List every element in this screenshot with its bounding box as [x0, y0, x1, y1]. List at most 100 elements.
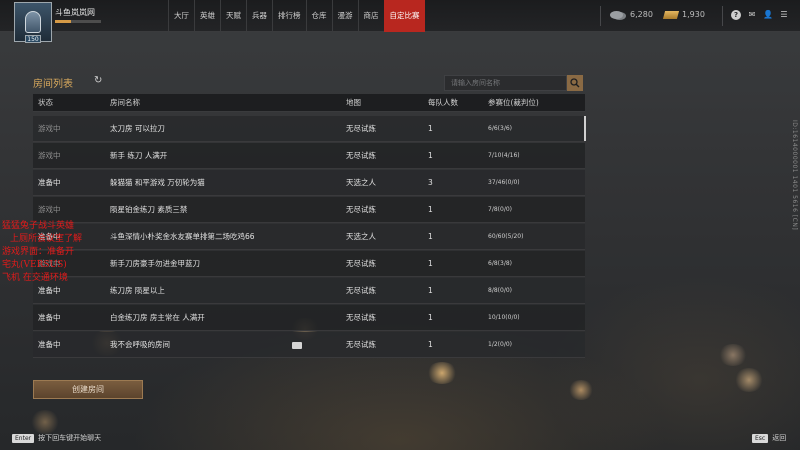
room-map: 无尽试炼	[346, 313, 376, 322]
room-name: 躲猫猫 和平游戏 万仞轮为猫	[110, 178, 205, 187]
table-row[interactable]: 准备中 白金练刀房 房主常在 人满开 无尽试炼 1 10/10(0/0)	[33, 305, 585, 331]
room-status: 游戏中	[38, 205, 61, 214]
gold-amount: 1,930	[682, 10, 705, 19]
room-slots: 7/10(4/16)	[488, 152, 520, 159]
divider	[600, 6, 601, 26]
room-name: 太刀房 可以拉刀	[110, 124, 165, 133]
table-row[interactable]: 游戏中 新手 练刀 人满开 无尽试炼 1 7/10(4/16)	[33, 143, 585, 169]
message-icon	[292, 342, 302, 349]
table-row[interactable]: 游戏中 太刀房 可以拉刀 无尽试炼 1 6/6(3/6)	[33, 116, 585, 142]
username: 斗鱼岚岚网	[55, 8, 95, 17]
table-row[interactable]: 准备中 我不会呼吸的房间 无尽试炼 1 1/2(0/0)	[33, 332, 585, 358]
gold-ingot-icon	[662, 10, 680, 19]
bokeh-light	[568, 380, 594, 400]
room-map: 无尽试炼	[346, 151, 376, 160]
room-name: 白金练刀房 房主常在 人满开	[110, 313, 205, 322]
room-status: 准备中	[38, 286, 61, 295]
bokeh-light	[718, 344, 748, 366]
room-name: 陨星铂金练刀 素质三禁	[110, 205, 188, 214]
table-row[interactable]: 游戏中 陨星铂金练刀 素质三禁 无尽试炼 1 7/8(0/0)	[33, 197, 585, 223]
table-row[interactable]: 准备中 躲猫猫 和平游戏 万仞轮为猫 天选之人 3 37/46(0/0)	[33, 170, 585, 196]
table-row[interactable]: 准备中 斗鱼深情小朴奖金水友赛单排第二场吃鸡66 天选之人 1 60/60(5/20)	[33, 224, 585, 250]
level-badge: 150	[25, 35, 41, 43]
room-status: 准备中	[38, 232, 61, 241]
room-team-size: 1	[428, 205, 433, 214]
table-header: 状态 房间名称 地图 每队人数 参赛位(裁判位)	[33, 94, 585, 112]
room-team-size: 1	[428, 232, 433, 241]
page-title: 房间列表	[33, 79, 73, 90]
room-map: 无尽试炼	[346, 286, 376, 295]
room-search-input[interactable]	[444, 75, 567, 91]
column-map: 地图	[346, 98, 361, 107]
main-nav: 大厅 英雄 天赋 兵器 排行榜 仓库 漫游 商店 自定比赛	[168, 0, 425, 32]
room-name: 斗鱼深情小朴奖金水友赛单排第二场吃鸡66	[110, 232, 255, 241]
divider	[722, 6, 723, 26]
room-team-size: 1	[428, 313, 433, 322]
table-body: 游戏中 太刀房 可以拉刀 无尽试炼 1 6/6(3/6) 游戏中 新手 练刀 人满开 无尽试炼…	[33, 112, 585, 359]
column-status: 状态	[38, 98, 53, 107]
table-row[interactable]: 游戏中 新手刀房豪手勿进金甲蓝刀 无尽试炼 1 6/8(3/8)	[33, 251, 585, 277]
column-room-name: 房间名称	[110, 98, 140, 107]
room-slots: 8/8(0/0)	[488, 287, 512, 294]
enter-key[interactable]: Enter	[12, 433, 35, 443]
room-slots: 7/8(0/0)	[488, 206, 512, 213]
room-slots: 10/10(0/0)	[488, 314, 520, 321]
column-slots: 参赛位(裁判位)	[488, 98, 539, 107]
create-room-button[interactable]: 创建房间	[33, 380, 143, 399]
nav-item-lobby[interactable]: 大厅	[168, 0, 194, 32]
nav-item-shop[interactable]: 商店	[357, 0, 384, 32]
room-map: 无尽试炼	[346, 205, 376, 214]
bokeh-light	[426, 362, 458, 384]
room-team-size: 1	[428, 151, 433, 160]
room-map: 无尽试炼	[346, 124, 376, 133]
back-hint-text: 返回	[772, 434, 787, 442]
room-team-size: 1	[428, 259, 433, 268]
room-map: 天选之人	[346, 232, 376, 241]
room-status: 准备中	[38, 313, 61, 322]
uid-label: ID:1614000001 1401 5616 [CN]	[791, 120, 798, 231]
refresh-icon[interactable]: ↻	[94, 75, 105, 86]
silver-amount: 6,280	[630, 10, 653, 19]
search-button[interactable]	[567, 75, 583, 91]
room-team-size: 3	[428, 178, 433, 187]
column-team-size: 每队人数	[428, 98, 458, 107]
room-slots: 1/2(0/0)	[488, 341, 512, 348]
avatar-emblem-icon	[25, 11, 41, 33]
top-bar: 150 斗鱼岚岚网 大厅 英雄 天赋 兵器 排行榜 仓库 漫游 商店 自定比赛 …	[0, 0, 800, 43]
gold-currency: 1,930	[662, 10, 705, 19]
room-slots: 6/8(3/8)	[488, 260, 512, 267]
menu-icon[interactable]: ☰	[779, 10, 789, 20]
nav-item-weapons[interactable]: 兵器	[246, 0, 272, 32]
table-row[interactable]: 准备中 练刀房 陨星以上 无尽试炼 1 8/8(0/0)	[33, 278, 585, 304]
room-team-size: 1	[428, 286, 433, 295]
room-status: 游戏中	[38, 151, 61, 160]
room-map: 天选之人	[346, 178, 376, 187]
room-slots: 37/46(0/0)	[488, 179, 520, 186]
room-table: 状态 房间名称 地图 每队人数 参赛位(裁判位) 游戏中 太刀房 可以拉刀 无尽试炼…	[33, 94, 585, 359]
nav-item-custom-match[interactable]: 自定比赛	[383, 0, 425, 32]
room-name: 新手刀房豪手勿进金甲蓝刀	[110, 259, 200, 268]
mail-icon[interactable]: ✉	[747, 10, 757, 20]
bokeh-light	[734, 368, 764, 392]
exp-bar-fill	[55, 20, 72, 23]
room-map: 无尽试炼	[346, 259, 376, 268]
nav-item-roam[interactable]: 漫游	[331, 0, 358, 32]
back-hint: Esc 返回	[752, 433, 786, 443]
nav-item-leaderboard[interactable]: 排行榜	[272, 0, 306, 32]
chat-hint-text: 按下回车键开始聊天	[38, 434, 102, 442]
esc-key[interactable]: Esc	[752, 433, 769, 443]
nav-item-talents[interactable]: 天赋	[220, 0, 246, 32]
room-map: 无尽试炼	[346, 340, 376, 349]
search-icon	[570, 78, 580, 88]
help-icon[interactable]: ?	[731, 10, 741, 20]
exp-bar	[55, 20, 101, 23]
room-name: 新手 练刀 人满开	[110, 151, 168, 160]
room-name: 我不会呼吸的房间	[110, 340, 170, 349]
friends-icon[interactable]: 👤	[763, 10, 773, 20]
nav-item-heroes[interactable]: 英雄	[194, 0, 220, 32]
chat-hint: Enter 按下回车键开始聊天	[12, 433, 101, 443]
scrollbar[interactable]	[584, 116, 586, 141]
room-name: 练刀房 陨星以上	[110, 286, 165, 295]
nav-item-warehouse[interactable]: 仓库	[305, 0, 332, 32]
silver-currency: 6,280	[610, 10, 653, 19]
